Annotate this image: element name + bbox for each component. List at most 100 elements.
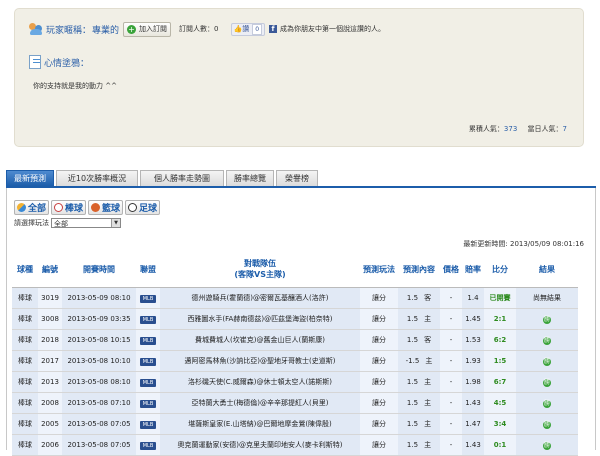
nickname-value: 專業的 xyxy=(92,25,120,36)
table-row: 棒球 2008 2013-05-08 07:10 MLB 亞特蘭大勇士(梅德倫)@辛辛那… xyxy=(12,392,578,414)
cell-content: 1.5 客 xyxy=(398,287,440,309)
cell-time: 2013-05-09 03:35 xyxy=(62,308,136,330)
soccer-icon xyxy=(128,203,138,212)
cell-pick: 主 xyxy=(424,420,432,428)
all-sports-icon xyxy=(17,203,26,212)
sport-button-baseball[interactable]: 棒球 xyxy=(51,200,87,215)
cell-teams: 德州遊騎兵(霍蘭德)@密爾瓦基釀酒人(洛許) xyxy=(160,287,360,309)
cell-rate: 1.4 xyxy=(462,287,484,309)
cell-pick: 客 xyxy=(424,336,432,344)
play-filter-select[interactable]: 全部 ▼ xyxy=(51,218,121,228)
cell-play: 讓分 xyxy=(360,392,398,414)
sport-label: 足球 xyxy=(139,204,158,214)
score-value: 4:5 xyxy=(493,399,507,407)
win-icon: 勝 xyxy=(543,315,551,324)
header-result: 結果 xyxy=(516,251,578,288)
cell-time: 2013-05-08 10:15 xyxy=(62,329,136,351)
table-row: 棒球 2005 2013-05-08 07:05 MLB 堪薩斯皇家(E.山塔納)@巴爾… xyxy=(12,413,578,435)
sport-filter: 全部 棒球 籃球 足球 xyxy=(14,200,162,215)
cell-no: 2008 xyxy=(38,392,62,414)
cell-score: 1:5 xyxy=(484,350,516,372)
cell-rate: 1.98 xyxy=(462,371,484,393)
subscribers-value: 0 xyxy=(214,25,219,33)
popularity: 累積人氣：373 當日人氣：7 xyxy=(469,124,567,134)
cell-league: MLB xyxy=(136,413,160,435)
cell-result: 勝 xyxy=(516,329,578,351)
cell-price: - xyxy=(440,329,462,351)
cell-teams: 西雅圖水手(FA赫南德茲)@匹茲堡海盜(柏奈特) xyxy=(160,308,360,330)
cell-no: 2005 xyxy=(38,413,62,435)
cell-time: 2013-05-08 07:05 xyxy=(62,413,136,435)
tab-honor[interactable]: 榮譽榜 xyxy=(276,170,318,186)
cell-line: 1.5 xyxy=(406,399,419,407)
sport-button-basketball[interactable]: 籃球 xyxy=(88,200,124,215)
cell-no: 3019 xyxy=(38,287,62,309)
follow-button[interactable]: + 加入訂閱 xyxy=(123,21,172,37)
sport-label: 棒球 xyxy=(65,204,84,214)
cell-no: 2018 xyxy=(38,329,62,351)
header-play: 預測玩法 xyxy=(360,251,398,288)
score-value: 1:5 xyxy=(493,357,507,365)
cell-play: 讓分 xyxy=(360,413,398,435)
like-count: 0 xyxy=(252,23,263,35)
cell-score: 已開賽 xyxy=(484,287,516,309)
header-no: 編號 xyxy=(38,251,62,288)
cell-content: 1.5 主 xyxy=(398,371,440,393)
header-teams-line1: 對戰隊伍 xyxy=(244,259,276,268)
cell-price: - xyxy=(440,371,462,393)
chevron-down-icon: ▼ xyxy=(111,219,120,227)
cell-line: 1.5 xyxy=(406,294,419,302)
cell-result[interactable]: 尚無結果 xyxy=(516,287,578,309)
play-filter-row: 請選擇玩法 全部 ▼ xyxy=(14,218,121,228)
cell-time: 2013-05-08 08:10 xyxy=(62,371,136,393)
tab-latest[interactable]: 最新預測 xyxy=(6,170,54,186)
mlb-logo-icon: MLB xyxy=(140,357,156,366)
basketball-icon xyxy=(91,203,101,212)
win-icon: 勝 xyxy=(543,378,551,387)
tab-trend-chart[interactable]: 個人勝率走勢圖 xyxy=(140,170,224,186)
cell-time: 2013-05-08 07:05 xyxy=(62,434,136,456)
cell-rate: 1.43 xyxy=(462,392,484,414)
cell-league: MLB xyxy=(136,350,160,372)
profile-header-row: 玩家暱稱： 專業的 + 加入訂閱 訂閱人數：0 👍 讚 0 f 成為你朋友中第一… xyxy=(29,21,385,37)
cell-price: - xyxy=(440,413,462,435)
mood-header: 心情塗鴉： xyxy=(29,55,89,69)
cell-sport: 棒球 xyxy=(12,434,38,456)
sport-button-all[interactable]: 全部 xyxy=(14,200,50,215)
facebook-icon: f xyxy=(269,25,278,33)
users-icon xyxy=(29,23,43,35)
tab-bar: 最新預測 近10次勝率概況 個人勝率走勢圖 勝率總覽 榮譽榜 xyxy=(6,170,596,188)
cell-play: 讓分 xyxy=(360,287,398,309)
facebook-text: 成為你朋友中第一個說這讚的人。 xyxy=(280,25,386,33)
cell-league: MLB xyxy=(136,434,160,456)
cell-no: 2006 xyxy=(38,434,62,456)
last-updated: 最新更新時間: 2013/05/09 08:01:16 xyxy=(463,240,584,248)
cell-rate: 1.43 xyxy=(462,434,484,456)
no-result-link[interactable]: 尚無結果 xyxy=(533,294,561,302)
cell-price: - xyxy=(440,350,462,372)
profile-panel: 玩家暱稱： 專業的 + 加入訂閱 訂閱人數：0 👍 讚 0 f 成為你朋友中第一… xyxy=(14,8,584,147)
tab-recent-10[interactable]: 近10次勝率概況 xyxy=(56,170,138,186)
sport-label: 全部 xyxy=(28,204,47,214)
cell-rate: 1.93 xyxy=(462,350,484,372)
cell-league: MLB xyxy=(136,329,160,351)
cell-result: 勝 xyxy=(516,413,578,435)
mlb-logo-icon: MLB xyxy=(140,378,156,387)
cell-line: -1.5 xyxy=(405,357,420,365)
tab-overview[interactable]: 勝率總覽 xyxy=(226,170,274,186)
cell-content: -1.5 主 xyxy=(398,350,440,372)
sport-button-soccer[interactable]: 足球 xyxy=(125,200,161,215)
table-row: 棒球 2006 2013-05-08 07:05 MLB 奧克蘭運動家(安德)@克里夫蘭… xyxy=(12,434,578,456)
plus-icon: + xyxy=(127,24,137,34)
cell-sport: 棒球 xyxy=(12,371,38,393)
baseball-icon xyxy=(54,203,64,212)
cell-time: 2013-05-09 08:10 xyxy=(62,287,136,309)
cell-sport: 棒球 xyxy=(12,329,38,351)
cell-teams: 邁阿密馬林魚(沙訥比亞)@聖地牙哥教士(史道斯) xyxy=(160,350,360,372)
cell-score: 0:1 xyxy=(484,434,516,456)
sport-label: 籃球 xyxy=(102,204,121,214)
cell-rate: 1.47 xyxy=(462,413,484,435)
total-pop-label: 累積人氣： xyxy=(468,125,504,133)
cell-teams: 亞特蘭大勇士(梅德倫)@辛辛那提紅人(貝里) xyxy=(160,392,360,414)
like-button[interactable]: 👍 讚 0 xyxy=(230,22,266,36)
